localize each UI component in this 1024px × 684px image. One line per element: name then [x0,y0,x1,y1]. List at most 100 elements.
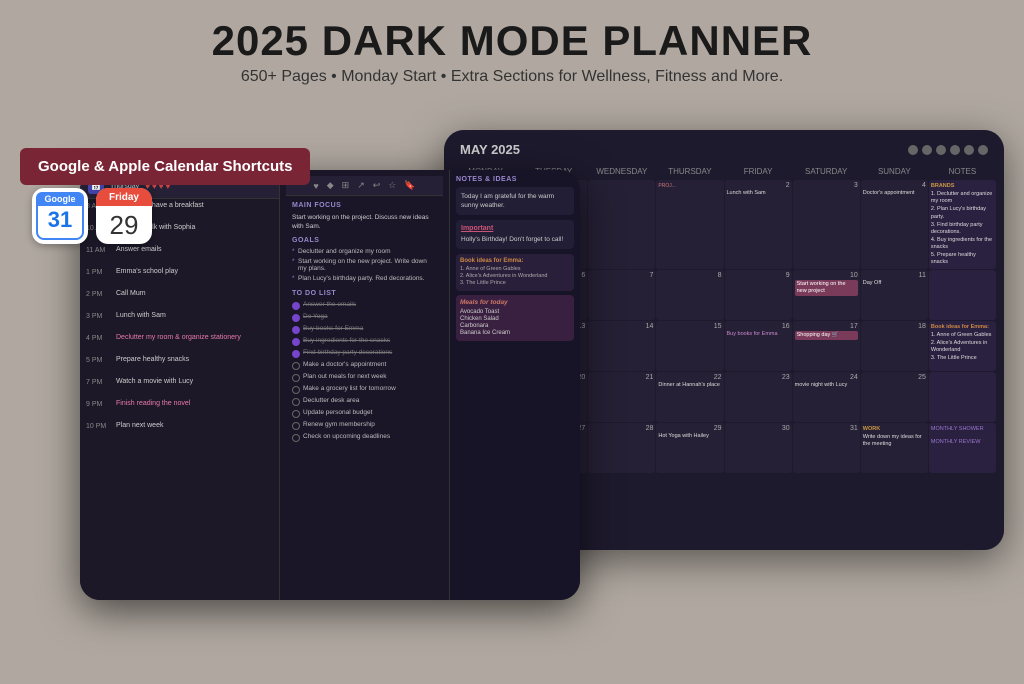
cal-notes-2 [929,270,996,320]
apple-cal-day-name: Friday [109,192,139,203]
daily-planner-device: 📅 Thursday ♥ ♥ ♥ ♥ 8 AMWake up & have a … [80,170,580,600]
brands-label: BRANDS [931,183,994,190]
page-header: 2025 DARK MODE PLANNER 650+ Pages • Mond… [0,0,1024,92]
cal-event-start-working: Start working on the new project [795,280,858,296]
calendar-toolbar-icons [908,145,988,155]
book-2: 2. Alice's Adventures in Wonderland [460,273,570,279]
todo-item[interactable]: Answer the emails [292,301,437,310]
day-label-sun: SUNDAY [861,165,928,178]
cal-cell-empty-3[interactable] [588,180,655,269]
toolbar-chart-icon: ↗ [357,180,365,191]
cal-icon-5 [964,145,974,155]
cal-date-3: 3 [795,182,858,189]
cal-cell-22[interactable]: 22 Dinner at Hannah's place [656,372,723,422]
main-focus-text: Start working on the project. Discuss ne… [292,213,437,231]
checkbox-unchecked[interactable] [292,362,300,370]
checkbox-unchecked[interactable] [292,422,300,430]
cal-cell-10[interactable]: 10 Start working on the new project [793,270,860,320]
cal-event-yoga: Hot Yoga with Hailey [658,433,721,440]
cal-notes-3: Book ideas for Emma: 1. Anne of Green Ga… [929,321,996,371]
gratitude-text: Today I am grateful for the warm sunny w… [461,192,569,210]
cal-cell-29[interactable]: 29 Hot Yoga with Hailey [656,423,723,473]
todo-item[interactable]: Find birthday party decorations [292,349,437,358]
books-note-1: 1. Anne of Green Gables [931,332,994,339]
toolbar-arrow-icon: ↩ [373,180,381,191]
checkbox-unchecked[interactable] [292,386,300,394]
calendar-icons: Google 31 Friday 29 [32,188,152,244]
brands-item-1: 1. Declutter and organize my room [931,191,994,205]
cal-cell-2[interactable]: 2 Lunch with Sam [725,180,792,269]
cal-cell-16[interactable]: 16 Buy books for Emma [725,321,792,371]
google-calendar-icon: Google 31 [32,188,88,244]
checkbox-checked[interactable] [292,314,300,322]
cal-cell-14[interactable]: 14 [588,321,655,371]
checkbox-checked[interactable] [292,350,300,358]
books-note-2: 2. Alice's Adventures in Wonderland [931,340,994,354]
cal-cell-9[interactable]: 9 [725,270,792,320]
todo-item[interactable]: Make a grocery list for tomorrow [292,385,437,394]
toolbar-star-icon: ☆ [388,180,396,191]
work-note: Write down my ideas for the meeting [863,434,926,448]
cal-cell-17[interactable]: 17 Shopping day 🛒 [793,321,860,371]
todo-item[interactable]: Plan out meals for next week [292,373,437,382]
todo-item[interactable]: Declutter desk area [292,397,437,406]
cal-cell-21[interactable]: 21 [588,372,655,422]
goal-1: Declutter and organize my room [292,248,437,255]
cal-cell-3[interactable]: 3 [793,180,860,269]
cal-event-lunch: Lunch with Sam [727,190,790,197]
focus-goals-column: ♥ ◆ ⊞ ↗ ↩ ☆ 🔖 MAIN FOCUS Start working o… [280,170,450,600]
cal-cell-30[interactable]: 30 [725,423,792,473]
cal-cell-18[interactable]: 18 [861,321,928,371]
notes-column: NOTES & IDEAS Today I am grateful for th… [450,170,580,600]
main-title: 2025 DARK MODE PLANNER [0,18,1024,64]
cal-event-shopping: Shopping day 🛒 [795,331,858,340]
checkbox-unchecked[interactable] [292,398,300,406]
cal-icon-6 [978,145,988,155]
checkbox-unchecked[interactable] [292,374,300,382]
cal-cell-7[interactable]: 7 [588,270,655,320]
schedule-row: 4 PMDeclutter my room & organize station… [80,331,279,353]
cal-cell-4[interactable]: 4 Doctor's appointment [861,180,928,269]
work-label: WORK [863,426,926,433]
cal-cell-11[interactable]: 11 Day Off [861,270,928,320]
cal-cell-23[interactable]: 23 [725,372,792,422]
toolbar-heart-icon: ♥ [313,181,318,191]
books-note-3: 3. The Little Prince [931,355,994,362]
checkbox-unchecked[interactable] [292,410,300,418]
todo-item[interactable]: Update personal budget [292,409,437,418]
day-label-sat: SATURDAY [793,165,860,178]
book-3: 3. The Little Prince [460,280,570,286]
cal-cell-empty-4[interactable]: PROJ... [656,180,723,269]
cal-cell-28[interactable]: 28 [588,423,655,473]
todo-item[interactable]: Make a doctor's appointment [292,361,437,370]
meals-title: Meals for today [460,299,570,306]
cal-event-dayoff: Day Off [863,280,926,287]
cal-cell-8[interactable]: 8 [656,270,723,320]
schedule-row: 3 PMLunch with Sam [80,309,279,331]
cal-cell-31[interactable]: 31 [793,423,860,473]
todo-item[interactable]: Buy ingredients for the snacks [292,337,437,346]
meals-card: Meals for today Avocado Toast Chicken Sa… [456,295,574,341]
schedule-row: 7 PMWatch a movie with Lucy [80,375,279,397]
cal-cell-25[interactable]: 25 [861,372,928,422]
checkbox-checked[interactable] [292,302,300,310]
todo-item[interactable]: Do Yoga [292,313,437,322]
cal-notes-5: MONTHLY SHOWER MONTHLY REVIEW [929,423,996,473]
checkbox-checked[interactable] [292,326,300,334]
toolbar-bookmark-icon: 🔖 [404,180,415,191]
cal-event-dinner: Dinner at Hannah's place [658,382,721,389]
cal-cell-15[interactable]: 15 [656,321,723,371]
important-card: Important Holly's Birthday! Don't forget… [456,220,574,249]
cal-cell-work[interactable]: WORK Write down my ideas for the meeting [861,423,928,473]
checkbox-checked[interactable] [292,338,300,346]
goal-2: Start working on the new project. Write … [292,258,437,272]
todo-item[interactable]: Renew gym membership [292,421,437,430]
todo-item[interactable]: Check on upcoming deadlines [292,433,437,442]
checkbox-unchecked[interactable] [292,434,300,442]
todo-label: TO DO LIST [292,290,437,297]
subtitle: 650+ Pages • Monday Start • Extra Sectio… [0,68,1024,86]
cal-cell-24[interactable]: 24 movie night with Lucy [793,372,860,422]
monthly-review: MONTHLY REVIEW [931,439,994,446]
meal-3: Carbonara [460,323,570,329]
todo-item[interactable]: Buy books for Emma [292,325,437,334]
